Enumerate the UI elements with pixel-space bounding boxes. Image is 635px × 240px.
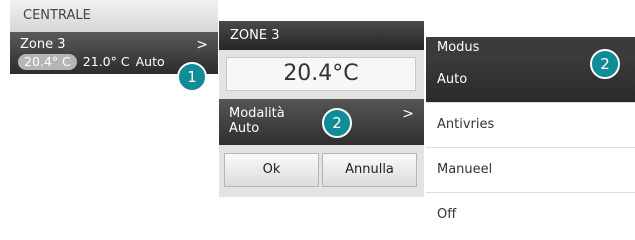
mode-value: Auto <box>229 121 260 136</box>
zone-mode: Auto <box>135 54 165 69</box>
zone-header: ZONE 3 <box>219 21 424 50</box>
mode-option-off[interactable]: Off <box>426 192 635 236</box>
chevron-right-icon: > <box>196 37 208 53</box>
mode-label: Modalità <box>229 106 285 121</box>
temperature-display: 20.4°C <box>226 57 416 91</box>
callout-2-badge: 2 <box>322 108 352 138</box>
zone-panel: ZONE 3 20.4°C Modalità Auto > Ok Annulla <box>219 21 424 197</box>
cancel-button[interactable]: Annulla <box>322 153 417 187</box>
zone-status-line: 20.4° C 21.0° C Auto <box>18 54 165 70</box>
set-temperature: 21.0° C <box>82 54 130 69</box>
callout-2-badge-modus: 2 <box>590 49 620 79</box>
chevron-right-icon: > <box>402 106 414 122</box>
measured-temperature-badge: 20.4° C <box>18 54 77 70</box>
mode-option-antivries[interactable]: Antivries <box>426 102 635 146</box>
ok-button[interactable]: Ok <box>224 153 319 187</box>
mode-option-manueel[interactable]: Manueel <box>426 147 635 191</box>
callout-1-badge: 1 <box>177 62 207 92</box>
zone-name: Zone 3 <box>20 37 66 52</box>
centrale-header: CENTRALE <box>10 0 218 32</box>
